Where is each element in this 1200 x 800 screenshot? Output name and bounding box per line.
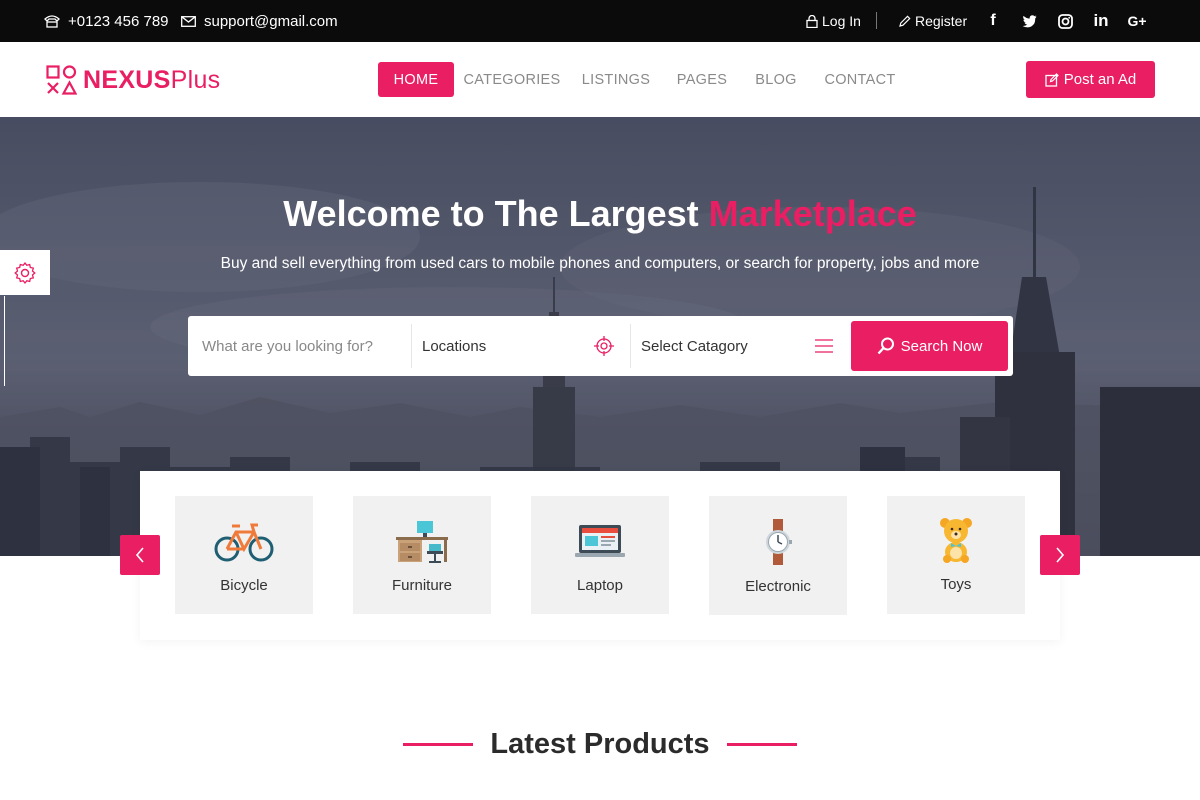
- carousel-prev-button[interactable]: [120, 535, 160, 575]
- hero-subtitle: Buy and sell everything from used cars t…: [220, 255, 980, 272]
- register-link[interactable]: Register: [898, 0, 967, 42]
- lock-icon: [806, 14, 818, 28]
- brand-logo[interactable]: NEXUSPlus: [46, 64, 220, 96]
- nav-home[interactable]: HOME: [378, 62, 454, 97]
- category-card[interactable]: Toys: [887, 496, 1025, 614]
- phone-icon: [44, 15, 60, 28]
- category-card[interactable]: Electronic: [709, 496, 847, 615]
- search-button-label: Search Now: [900, 337, 983, 355]
- carousel-next-button[interactable]: [1040, 535, 1080, 575]
- logo-icon: [46, 64, 77, 95]
- category-label: Laptop: [577, 577, 623, 594]
- side-divider: [4, 296, 5, 386]
- search-now-button[interactable]: Search Now: [851, 321, 1008, 371]
- register-label: Register: [915, 13, 968, 29]
- nav-contact[interactable]: CONTACT: [818, 62, 902, 97]
- google-plus-icon[interactable]: G+: [1127, 11, 1147, 31]
- hero-title-main: Welcome to The Largest: [283, 193, 709, 234]
- nav-pages[interactable]: PAGES: [672, 62, 732, 97]
- category-label: Bicycle: [220, 577, 268, 594]
- twitter-icon[interactable]: [1019, 11, 1039, 31]
- category-label: Select Catagory: [641, 337, 748, 355]
- email-address: support@gmail.com: [204, 12, 338, 30]
- nav-blog[interactable]: BLOG: [750, 62, 802, 97]
- gear-icon: [14, 261, 36, 284]
- furniture-icon: [353, 518, 491, 566]
- mail-icon: [181, 15, 196, 27]
- post-ad-label: Post an Ad: [1063, 71, 1137, 88]
- category-label: Toys: [940, 576, 972, 593]
- search-input[interactable]: What are you looking for?: [202, 316, 407, 376]
- category-carousel: Bicycle Furniture Laptop Electronic Toys: [140, 471, 1060, 640]
- section-title: Latest Products: [490, 728, 710, 760]
- main-header: NEXUSPlus HOME CATEGORIES LISTINGS PAGES…: [0, 42, 1200, 117]
- top-bar: +0123 456 789 support@gmail.com Log In R…: [0, 0, 1200, 42]
- brand-name: NEXUSPlus: [83, 65, 221, 94]
- category-select[interactable]: Select Catagory: [641, 316, 837, 376]
- location-label: Locations: [422, 337, 487, 355]
- category-card[interactable]: Laptop: [531, 496, 669, 614]
- instagram-icon[interactable]: [1055, 11, 1075, 31]
- chevron-left-icon: [135, 547, 144, 563]
- search-bar: What are you looking for? Locations Sele…: [188, 316, 1013, 376]
- laptop-icon: [531, 518, 669, 566]
- section-title-line: [727, 743, 797, 746]
- watch-icon: [709, 518, 847, 566]
- category-label: Furniture: [391, 577, 453, 594]
- search-icon: [877, 337, 894, 355]
- facebook-icon[interactable]: f: [983, 11, 1003, 31]
- settings-toggle[interactable]: [0, 250, 50, 295]
- topbar-divider: [876, 12, 877, 29]
- menu-lines-icon: [815, 339, 833, 353]
- search-divider: [411, 324, 412, 368]
- edit-icon: [1045, 72, 1059, 87]
- nav-categories[interactable]: CATEGORIES: [462, 62, 562, 97]
- login-link[interactable]: Log In: [806, 0, 861, 42]
- hero-title-accent: Marketplace: [708, 193, 917, 234]
- category-card[interactable]: Bicycle: [175, 496, 313, 614]
- post-ad-button[interactable]: Post an Ad: [1026, 61, 1155, 98]
- nav-listings[interactable]: LISTINGS: [578, 62, 654, 97]
- category-label: Electronic: [745, 578, 811, 595]
- hero-title: Welcome to The Largest Marketplace: [0, 193, 1200, 235]
- chevron-right-icon: [1056, 547, 1065, 563]
- search-divider: [630, 324, 631, 368]
- category-card[interactable]: Furniture: [353, 496, 491, 614]
- pencil-icon: [899, 14, 911, 27]
- linkedin-icon[interactable]: in: [1091, 11, 1111, 31]
- location-select[interactable]: Locations: [422, 316, 618, 376]
- phone-contact[interactable]: +0123 456 789: [44, 0, 169, 42]
- search-placeholder: What are you looking for?: [202, 337, 373, 355]
- teddy-bear-icon: [887, 516, 1025, 564]
- phone-number: +0123 456 789: [68, 12, 169, 30]
- login-label: Log In: [822, 13, 861, 29]
- bicycle-icon: [175, 518, 313, 566]
- email-contact[interactable]: support@gmail.com: [181, 0, 338, 42]
- crosshair-icon: [594, 336, 614, 356]
